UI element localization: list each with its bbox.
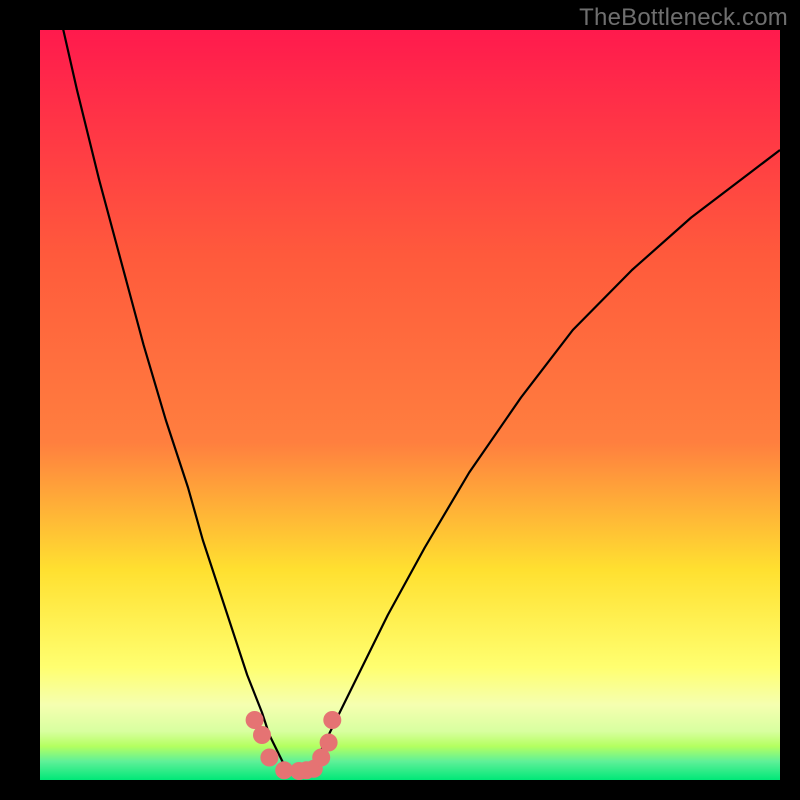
marker-dot <box>323 711 341 729</box>
marker-dot <box>320 734 338 752</box>
marker-dot <box>253 726 271 744</box>
gradient-background <box>40 30 780 780</box>
marker-dot <box>260 749 278 767</box>
watermark-text: TheBottleneck.com <box>579 4 788 32</box>
chart-plot <box>40 30 780 780</box>
chart-frame: TheBottleneck.com <box>0 0 800 800</box>
